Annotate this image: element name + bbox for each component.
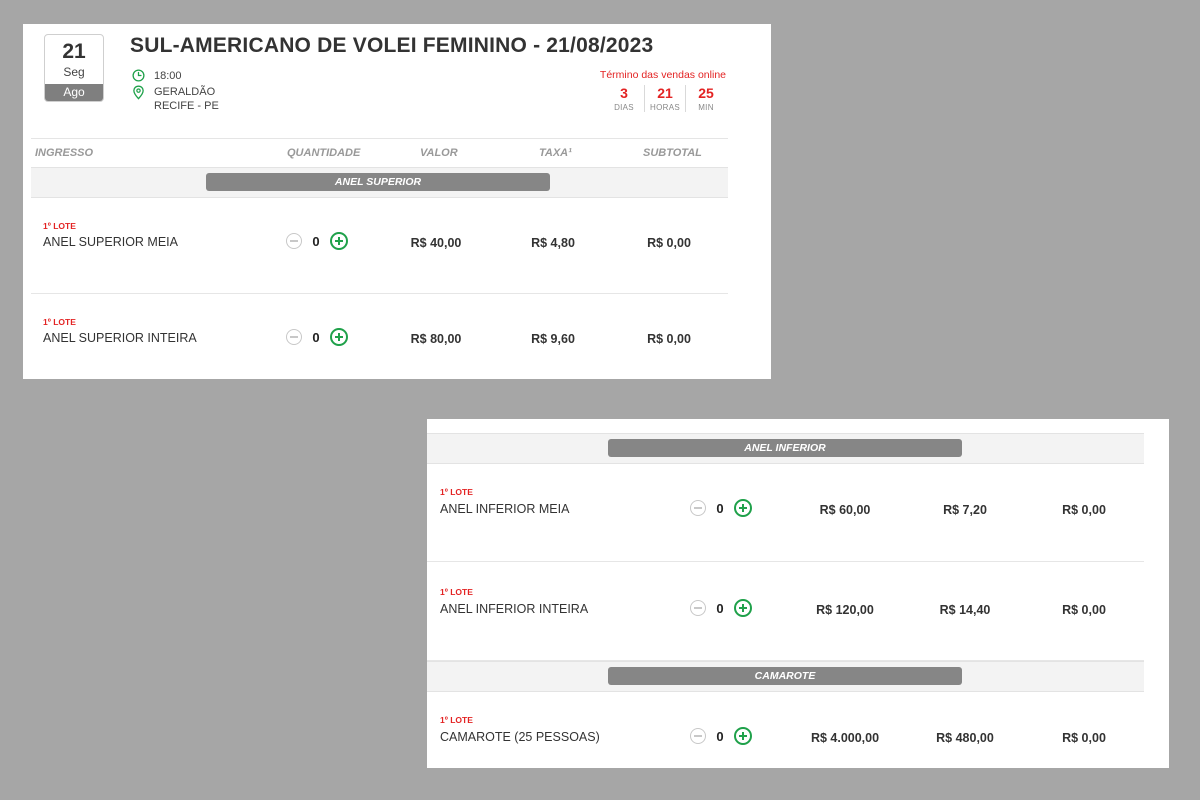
ticket-taxa: R$ 480,00 xyxy=(936,731,994,745)
ticket-name: ANEL INFERIOR INTEIRA xyxy=(440,602,589,616)
minus-circle-icon[interactable] xyxy=(690,600,706,616)
plus-circle-icon[interactable] xyxy=(734,727,752,745)
ticket-subtotal: R$ 0,00 xyxy=(647,236,691,250)
minus-circle-icon[interactable] xyxy=(690,728,706,744)
ticket-taxa: R$ 4,80 xyxy=(531,236,575,250)
quantity-stepper: 0 xyxy=(690,599,752,617)
ticket-taxa: R$ 7,20 xyxy=(943,503,987,517)
countdown-hours-value: 21 xyxy=(657,85,673,101)
section-anel-superior: ANEL SUPERIOR xyxy=(31,167,728,198)
plus-circle-icon[interactable] xyxy=(734,599,752,617)
ticket-valor: R$ 120,00 xyxy=(816,603,874,617)
minus-circle-icon[interactable] xyxy=(286,329,302,345)
plus-circle-icon[interactable] xyxy=(734,499,752,517)
event-time-row: 18:00 xyxy=(132,69,182,83)
event-month: Ago xyxy=(45,84,103,101)
event-weekday: Seg xyxy=(63,65,85,79)
quantity-stepper: 0 xyxy=(690,499,752,517)
header-quantidade: QUANTIDADE xyxy=(287,147,361,159)
ticket-lote: 1º LOTE xyxy=(43,221,76,231)
plus-circle-icon[interactable] xyxy=(330,232,348,250)
ticket-row: 1º LOTE ANEL INFERIOR MEIA 0 R$ 60,00 R$… xyxy=(427,463,1144,562)
section-anel-inferior: ANEL INFERIOR xyxy=(427,433,1144,464)
event-venue: GERALDÃO xyxy=(154,86,216,98)
ticket-subtotal: R$ 0,00 xyxy=(1062,503,1106,517)
ticket-name: CAMAROTE (25 PESSOAS) xyxy=(440,730,600,744)
ticket-taxa: R$ 9,60 xyxy=(531,332,575,346)
ticket-name: ANEL SUPERIOR MEIA xyxy=(43,235,178,249)
ticket-valor: R$ 40,00 xyxy=(410,236,462,250)
clock-icon xyxy=(132,69,145,82)
header-subtotal: SUBTOTAL xyxy=(643,147,702,159)
section-label: ANEL SUPERIOR xyxy=(206,173,550,191)
ticket-valor: R$ 60,00 xyxy=(819,503,871,517)
plus-circle-icon[interactable] xyxy=(330,328,348,346)
event-title: SUL-AMERICANO DE VOLEI FEMININO - 21/08/… xyxy=(130,34,654,57)
ticket-subtotal: R$ 0,00 xyxy=(1062,731,1106,745)
ticket-lote: 1º LOTE xyxy=(440,487,473,497)
countdown-days-value: 3 xyxy=(620,85,628,101)
ticket-row: 1º LOTE ANEL INFERIOR INTEIRA 0 R$ 120,0… xyxy=(427,562,1144,661)
ticket-valor: R$ 4.000,00 xyxy=(810,731,880,745)
countdown-minutes-unit: MIN xyxy=(698,103,714,112)
event-panel-bottom: ANEL INFERIOR 1º LOTE ANEL INFERIOR MEIA… xyxy=(427,419,1169,768)
quantity-stepper: 0 xyxy=(690,727,752,745)
minus-circle-icon[interactable] xyxy=(690,500,706,516)
quantity-value: 0 xyxy=(716,728,724,744)
minus-circle-icon[interactable] xyxy=(286,233,302,249)
section-camarote: CAMAROTE xyxy=(427,661,1144,692)
quantity-value: 0 xyxy=(716,500,724,516)
sales-end-label: Término das vendas online xyxy=(599,69,726,81)
ticket-table-header: INGRESSO QUANTIDADE VALOR TAXA¹ SUBTOTAL xyxy=(31,138,728,169)
countdown-minutes-value: 25 xyxy=(698,85,714,101)
section-label: ANEL INFERIOR xyxy=(608,439,962,457)
ticket-lote: 1º LOTE xyxy=(43,317,76,327)
location-pin-icon xyxy=(133,85,144,100)
countdown-hours: 21 HORAS xyxy=(644,85,685,112)
ticket-row: 1º LOTE ANEL SUPERIOR INTEIRA 0 R$ 80,00… xyxy=(31,294,728,390)
countdown-days: 3 DIAS xyxy=(604,85,644,112)
countdown-timer: 3 DIAS 21 HORAS 25 MIN xyxy=(600,85,726,112)
event-date-box: 21 Seg Ago xyxy=(44,34,104,102)
section-label: CAMAROTE xyxy=(608,667,962,685)
ticket-valor: R$ 80,00 xyxy=(410,332,462,346)
event-city: RECIFE - PE xyxy=(154,100,219,112)
event-time: 18:00 xyxy=(154,70,182,82)
ticket-row: 1º LOTE ANEL SUPERIOR MEIA 0 R$ 40,00 R$… xyxy=(31,197,728,294)
header-taxa: TAXA¹ xyxy=(539,147,572,159)
event-panel-top: 21 Seg Ago SUL-AMERICANO DE VOLEI FEMINI… xyxy=(23,24,771,379)
header-ingresso: INGRESSO xyxy=(35,147,94,159)
quantity-value: 0 xyxy=(312,233,320,249)
quantity-stepper: 0 xyxy=(286,232,348,250)
sales-countdown: Término das vendas online 3 DIAS 21 HORA… xyxy=(600,69,726,112)
quantity-stepper: 0 xyxy=(286,328,348,346)
event-location-row: GERALDÃO RECIFE - PE xyxy=(132,85,219,113)
ticket-lote: 1º LOTE xyxy=(440,587,473,597)
ticket-lote: 1º LOTE xyxy=(440,715,473,725)
ticket-row: 1º LOTE CAMAROTE (25 PESSOAS) 0 R$ 4.000… xyxy=(427,691,1144,768)
ticket-subtotal: R$ 0,00 xyxy=(647,332,691,346)
quantity-value: 0 xyxy=(312,329,320,345)
countdown-days-unit: DIAS xyxy=(614,103,634,112)
ticket-name: ANEL SUPERIOR INTEIRA xyxy=(43,331,197,345)
countdown-hours-unit: HORAS xyxy=(650,103,680,112)
ticket-name: ANEL INFERIOR MEIA xyxy=(440,502,570,516)
event-day: 21 xyxy=(62,40,86,63)
ticket-subtotal: R$ 0,00 xyxy=(1062,603,1106,617)
countdown-minutes: 25 MIN xyxy=(685,85,726,112)
quantity-value: 0 xyxy=(716,600,724,616)
ticket-taxa: R$ 14,40 xyxy=(939,603,991,617)
header-valor: VALOR xyxy=(420,147,458,159)
